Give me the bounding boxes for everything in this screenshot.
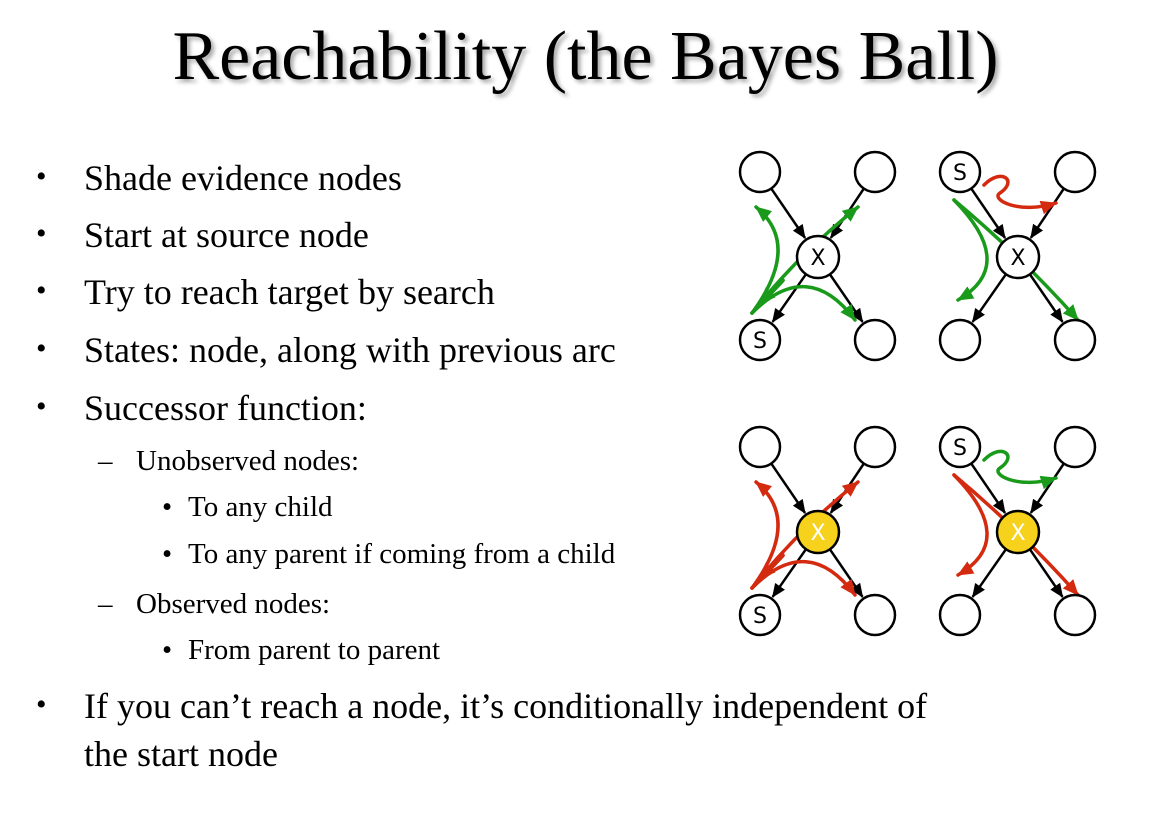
top-left-node-label: S: [953, 436, 967, 461]
bullet-marker: •: [36, 274, 47, 307]
bullet-text: Shade evidence nodes: [84, 158, 402, 198]
bullet-states: • States: node, along with previous arc: [36, 330, 616, 370]
top-right-node: [853, 150, 897, 194]
sub-sub-bullet-parent-to-parent: • From parent to parent: [162, 634, 441, 666]
sub-bullet-unobserved: – Unobserved nodes:: [98, 445, 360, 477]
sub-bullet-observed: – Observed nodes:: [98, 588, 331, 620]
bullet-text: To any child: [188, 491, 333, 523]
bullet-text: If you can’t reach a node, it’s conditio…: [84, 686, 928, 726]
slide-title: Reachability (the Bayes Ball): [172, 18, 999, 95]
bullet-successor-function: • Successor function:: [36, 388, 367, 428]
bullet-conditional-independence: • If you can’t reach a node, it’s condit…: [36, 686, 928, 726]
bayes-ball-diagram-4: SX: [938, 425, 1097, 637]
bottom-left-node-label: S: [753, 604, 767, 629]
arc-top-right-to-center: [829, 187, 865, 239]
sub-sub-bullet-any-parent: • To any parent if coming from a child: [162, 538, 616, 570]
bottom-right-node: [1053, 318, 1097, 362]
bottom-right-node: [853, 318, 897, 362]
top-left-node: [738, 150, 782, 194]
dash-marker: –: [98, 445, 113, 477]
arc-top-left-to-center: [770, 187, 807, 239]
bullet-text: To any parent if coming from a child: [188, 538, 616, 570]
bottom-left-node: [938, 318, 982, 362]
bullet-marker: •: [162, 491, 173, 523]
bayes-ball-diagram-2: SX: [938, 150, 1097, 362]
bullet-text: States: node, along with previous arc: [84, 330, 616, 370]
top-right-node: [1053, 150, 1097, 194]
center-node-x-label: X: [810, 521, 825, 546]
top-right-node: [1053, 425, 1097, 469]
center-node-x-label: X: [1010, 246, 1025, 271]
dash-marker: –: [98, 588, 113, 620]
center-node-x-label: X: [810, 246, 825, 271]
top-right-node: [853, 425, 897, 469]
center-node-x-label: X: [1010, 521, 1025, 546]
bullet-shade-evidence: • Shade evidence nodes: [36, 158, 402, 198]
bullet-marker: •: [36, 688, 47, 721]
bottom-left-node: [938, 593, 982, 637]
bullet-text: Start at source node: [84, 215, 369, 255]
bullet-text: Observed nodes:: [136, 588, 331, 620]
bullet-text: Try to reach target by search: [84, 272, 495, 312]
bullet-marker: •: [162, 634, 173, 666]
bullet-text: Successor function:: [84, 388, 367, 428]
bullet-text: the start node: [84, 734, 278, 774]
arc-top-right-to-center: [1029, 462, 1065, 514]
bullet-start-source: • Start at source node: [36, 215, 369, 255]
bottom-right-node: [853, 593, 897, 637]
arc-top-right-to-center: [829, 462, 865, 514]
bullet-marker: •: [36, 390, 47, 423]
bayes-ball-diagram-3: XS: [738, 425, 897, 637]
bayes-ball-diagram-1: XS: [738, 150, 897, 362]
top-left-node-label: S: [953, 161, 967, 186]
bullet-continuation: the start node: [84, 736, 278, 772]
bullet-marker: •: [162, 538, 173, 570]
sub-sub-bullet-any-child: • To any child: [162, 491, 333, 523]
bullet-marker: •: [36, 332, 47, 365]
ball-loop-to-top-right: [982, 449, 1058, 490]
bullet-text: Unobserved nodes:: [136, 445, 360, 477]
bullet-marker: •: [36, 160, 47, 193]
bullet-reach-target: • Try to reach target by search: [36, 272, 495, 312]
bottom-right-node: [1053, 593, 1097, 637]
bullet-text: From parent to parent: [188, 634, 441, 666]
arc-top-right-to-center: [1029, 187, 1065, 239]
bullet-marker: •: [36, 217, 47, 250]
top-left-node: [738, 425, 782, 469]
arc-top-left-to-center: [770, 462, 807, 514]
ball-loop-to-top-right: [982, 174, 1058, 215]
bottom-left-node-label: S: [753, 329, 767, 354]
